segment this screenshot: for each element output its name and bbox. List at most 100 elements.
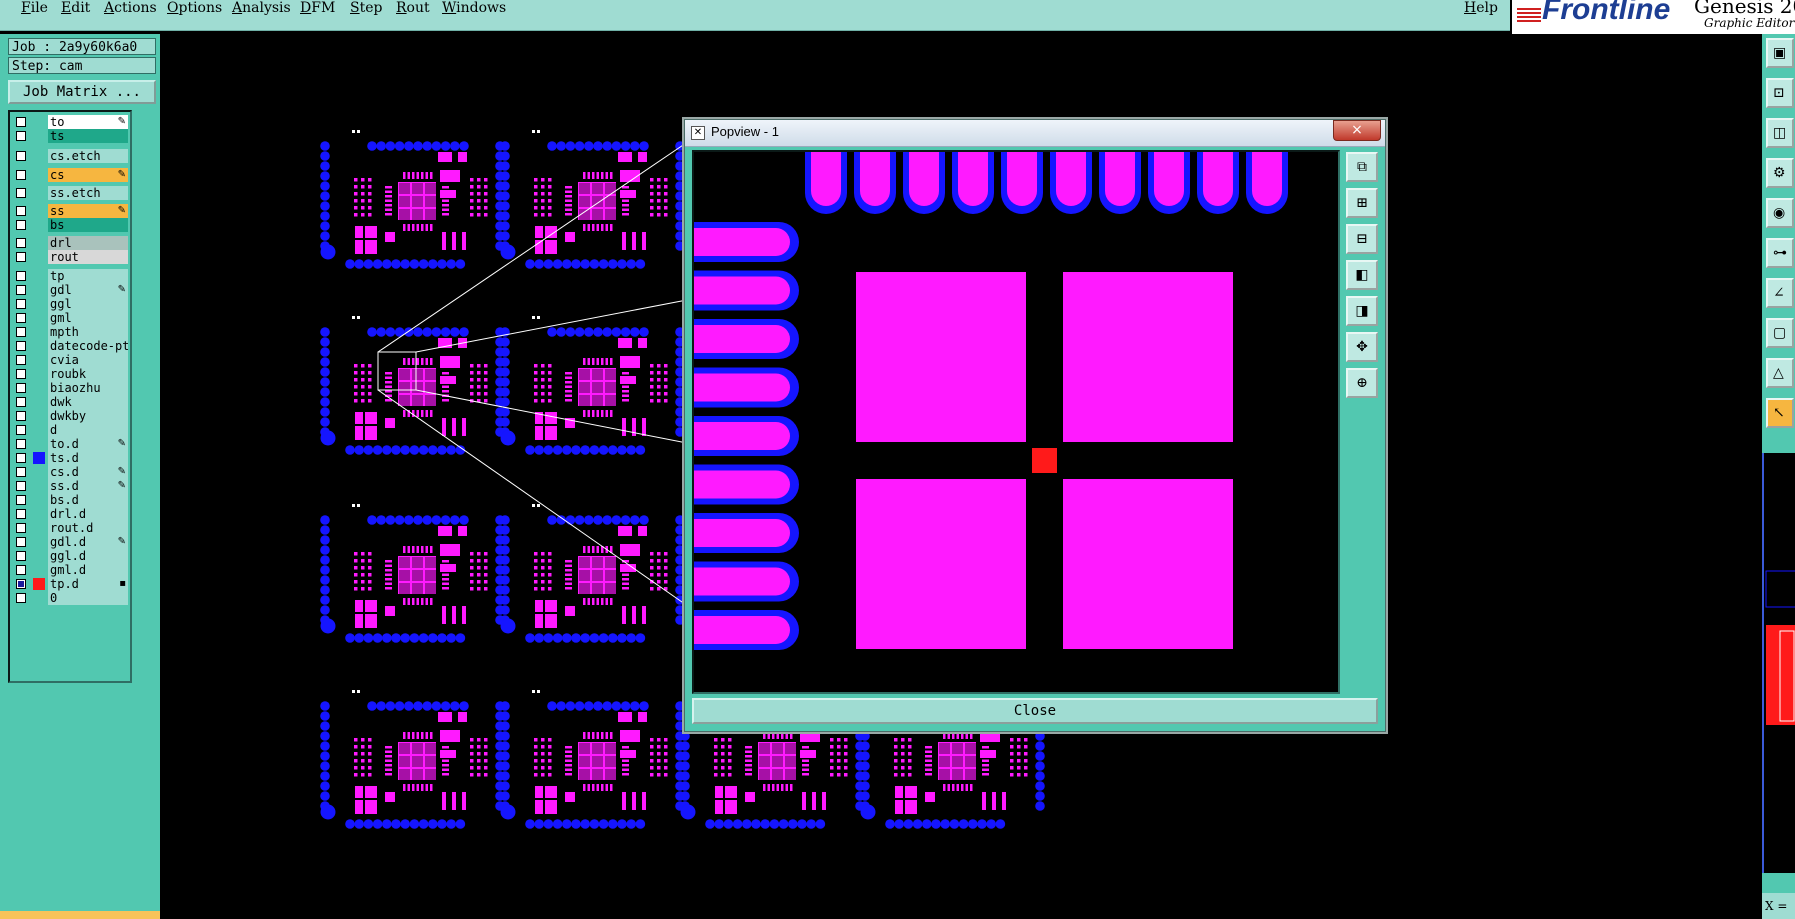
pan-right-icon[interactable]: ◨ <box>1346 296 1378 326</box>
layer-row-tp-d[interactable]: tp.d ▪ <box>12 577 130 591</box>
layer-row-bs[interactable]: bs <box>12 218 130 232</box>
layer-name[interactable]: tp <box>48 269 128 283</box>
layer-row-ggl-d[interactable]: ggl.d <box>12 549 130 563</box>
layer-checkbox[interactable] <box>16 313 26 323</box>
layer-row-dwkby[interactable]: dwkby <box>12 409 130 423</box>
layer-row-ts-d[interactable]: ts.d <box>12 451 130 465</box>
layer-checkbox[interactable] <box>16 383 26 393</box>
layer-row-biaozhu[interactable]: biaozhu <box>12 381 130 395</box>
layer-row-to-d[interactable]: to.d ✎ <box>12 437 130 451</box>
layer-row-ts[interactable]: ts <box>12 129 130 143</box>
layer-checkbox[interactable] <box>16 117 26 127</box>
layer-checkbox[interactable] <box>16 299 26 309</box>
layer-name[interactable]: biaozhu <box>48 381 128 395</box>
layer-checkbox[interactable] <box>16 425 26 435</box>
layer-row-cs-d[interactable]: cs.d ✎ <box>12 465 130 479</box>
tool-pad-icon[interactable]: ◉ <box>1766 198 1794 228</box>
tool-select-arrow-icon[interactable]: ↖ <box>1766 398 1794 428</box>
menu-actions[interactable]: Actions <box>104 0 157 16</box>
layer-name[interactable]: ggl.d <box>48 549 128 563</box>
menu-windows[interactable]: Windows <box>442 0 506 16</box>
layer-name[interactable]: gml.d <box>48 563 128 577</box>
layer-checkbox[interactable] <box>16 252 26 262</box>
tool-triangle-icon[interactable]: △ <box>1766 358 1794 388</box>
close-button[interactable]: Close <box>692 698 1378 724</box>
layer-name[interactable]: d <box>48 423 128 437</box>
layer-row-ss-d[interactable]: ss.d ✎ <box>12 479 130 493</box>
layer-row-datecode-ptc[interactable]: datecode-ptc <box>12 339 130 353</box>
layer-row-0[interactable]: 0 <box>12 591 130 605</box>
layer-row-gml-d[interactable]: gml.d <box>12 563 130 577</box>
menu-dfm[interactable]: DFM <box>300 0 335 16</box>
job-matrix-button[interactable]: Job Matrix ... <box>8 80 156 104</box>
layer-name[interactable]: drl.d <box>48 507 128 521</box>
menu-step[interactable]: Step <box>350 0 382 16</box>
popview-zoom-view[interactable] <box>692 150 1340 694</box>
menu-rout[interactable]: Rout <box>396 0 430 16</box>
layer-row-drl-d[interactable]: drl.d <box>12 507 130 521</box>
layer-checkbox[interactable] <box>16 453 26 463</box>
layer-name[interactable]: gdl.d <box>48 535 128 549</box>
layer-name[interactable]: ss <box>48 204 128 218</box>
layer-checkbox[interactable] <box>16 327 26 337</box>
layer-checkbox[interactable] <box>16 565 26 575</box>
layer-name[interactable]: tp.d <box>48 577 128 591</box>
layer-row-gml[interactable]: gml <box>12 311 130 325</box>
layer-name[interactable]: datecode-ptc <box>48 339 128 353</box>
layer-row-cs-etch[interactable]: cs.etch <box>12 149 130 163</box>
layer-name[interactable]: ts <box>48 129 128 143</box>
tool-fit-icon[interactable]: ◫ <box>1766 118 1794 148</box>
menu-options[interactable]: Options <box>167 0 222 16</box>
layer-row-roubk[interactable]: roubk <box>12 367 130 381</box>
layer-name[interactable]: cs.d <box>48 465 128 479</box>
layer-checkbox[interactable] <box>16 220 26 230</box>
layer-checkbox[interactable] <box>16 131 26 141</box>
layer-row-mpth[interactable]: mpth <box>12 325 130 339</box>
zoom-fit-icon[interactable]: ✥ <box>1346 332 1378 362</box>
layer-checkbox[interactable] <box>16 341 26 351</box>
layer-name[interactable]: dwkby <box>48 409 128 423</box>
layer-row-bs-d[interactable]: bs.d <box>12 493 130 507</box>
layer-checkbox[interactable] <box>16 551 26 561</box>
layer-row-d[interactable]: d <box>12 423 130 437</box>
tool-add-icon[interactable]: ▢ <box>1766 318 1794 348</box>
tool-measure-icon[interactable]: ⚙ <box>1766 158 1794 188</box>
layer-name[interactable]: roubk <box>48 367 128 381</box>
layer-checkbox[interactable] <box>16 411 26 421</box>
layer-checkbox[interactable] <box>16 537 26 547</box>
layer-name[interactable]: cs <box>48 168 128 182</box>
layer-name[interactable]: drl <box>48 236 128 250</box>
layer-name[interactable]: 0 <box>48 591 128 605</box>
layer-name[interactable]: ss.etch <box>48 186 128 200</box>
layer-name[interactable]: cs.etch <box>48 149 128 163</box>
layer-checkbox[interactable] <box>16 271 26 281</box>
layer-row-tp[interactable]: tp <box>12 269 130 283</box>
layer-row-rout[interactable]: rout <box>12 250 130 264</box>
layer-checkbox[interactable] <box>16 397 26 407</box>
layer-row-gdl[interactable]: gdl ✎ <box>12 283 130 297</box>
tool-zoom-icon[interactable]: ⊡ <box>1766 78 1794 108</box>
layer-checkbox[interactable] <box>16 439 26 449</box>
layer-row-drl[interactable]: drl <box>12 236 130 250</box>
layer-name[interactable]: gml <box>48 311 128 325</box>
menu-file[interactable]: File <box>21 0 48 16</box>
layer-name[interactable]: dwk <box>48 395 128 409</box>
layer-name[interactable]: ss.d <box>48 479 128 493</box>
layer-checkbox[interactable] <box>16 593 26 603</box>
layer-checkbox[interactable] <box>16 467 26 477</box>
layer-checkbox[interactable] <box>16 285 26 295</box>
menu-edit[interactable]: Edit <box>61 0 90 16</box>
zoom-out-icon[interactable]: ⊟ <box>1346 224 1378 254</box>
tool-snap-icon[interactable]: ▣ <box>1766 38 1794 68</box>
window-close-button[interactable]: × <box>1333 120 1381 141</box>
layer-row-rout-d[interactable]: rout.d <box>12 521 130 535</box>
zoom-in-icon[interactable]: ⊞ <box>1346 188 1378 218</box>
layer-checkbox[interactable] <box>16 509 26 519</box>
menu-help[interactable]: Help <box>1464 0 1498 16</box>
tool-net-icon[interactable]: ⊶ <box>1766 238 1794 268</box>
overview-pane[interactable] <box>1762 453 1795 873</box>
layer-checkbox[interactable] <box>16 579 26 589</box>
layer-row-to[interactable]: to ✎ <box>12 115 130 129</box>
layer-checkbox[interactable] <box>16 481 26 491</box>
layer-checkbox[interactable] <box>16 238 26 248</box>
